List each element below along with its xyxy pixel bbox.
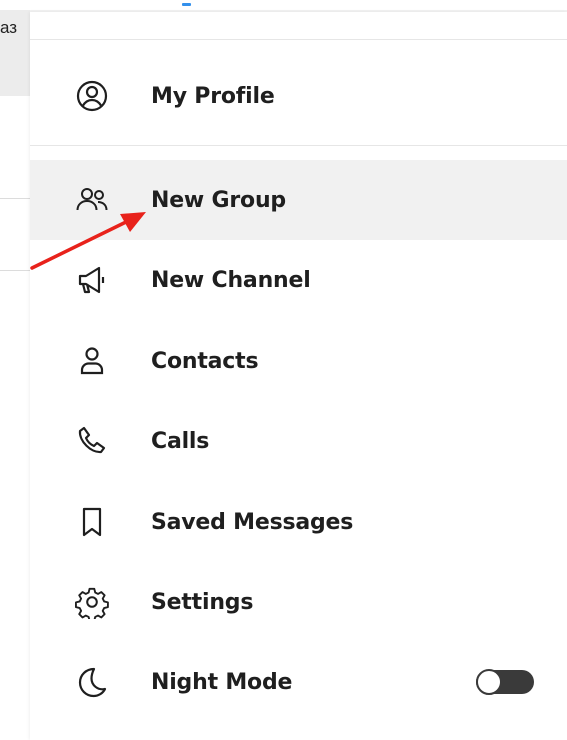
background-divider	[0, 270, 30, 271]
background-text-fragment: аз	[0, 18, 18, 37]
menu-item-label: My Profile	[151, 83, 275, 109]
background-header	[0, 0, 30, 96]
toggle-knob	[476, 669, 502, 695]
menu-item-label: Saved Messages	[151, 509, 354, 535]
menu-item-night-mode[interactable]: Night Mode	[30, 642, 567, 722]
megaphone-icon	[74, 262, 110, 298]
screenshot-stage: аз My Profile New Group New Channel Cont…	[0, 0, 567, 740]
menu-item-calls[interactable]: Calls	[30, 401, 567, 481]
bookmark-icon	[74, 504, 110, 540]
menu-item-settings[interactable]: Settings	[30, 562, 567, 642]
menu-divider	[30, 145, 567, 146]
menu-item-label: Settings	[151, 589, 254, 615]
gear-icon	[74, 584, 110, 620]
moon-icon	[74, 664, 110, 700]
top-strip	[0, 0, 567, 10]
background-chat-list	[0, 0, 30, 740]
menu-item-new-channel[interactable]: New Channel	[30, 240, 567, 320]
menu-item-saved-messages[interactable]: Saved Messages	[30, 482, 567, 562]
users-icon	[74, 182, 110, 218]
menu-item-my-profile[interactable]: My Profile	[30, 56, 567, 136]
menu-item-contacts[interactable]: Contacts	[30, 321, 567, 401]
user-circle-icon	[74, 78, 110, 114]
side-menu: My Profile New Group New Channel Contact…	[30, 12, 567, 740]
menu-item-label: Calls	[151, 428, 210, 454]
user-icon	[74, 343, 110, 379]
accent-dash	[182, 3, 191, 6]
phone-icon	[74, 423, 110, 459]
menu-item-label: New Group	[151, 187, 286, 213]
menu-item-new-group[interactable]: New Group	[30, 160, 567, 240]
menu-item-label: Contacts	[151, 348, 259, 374]
background-divider	[0, 198, 30, 199]
night-mode-toggle[interactable]	[476, 669, 534, 695]
menu-top-divider	[30, 39, 567, 40]
menu-item-label: New Channel	[151, 267, 311, 293]
menu-item-label: Night Mode	[151, 669, 293, 695]
